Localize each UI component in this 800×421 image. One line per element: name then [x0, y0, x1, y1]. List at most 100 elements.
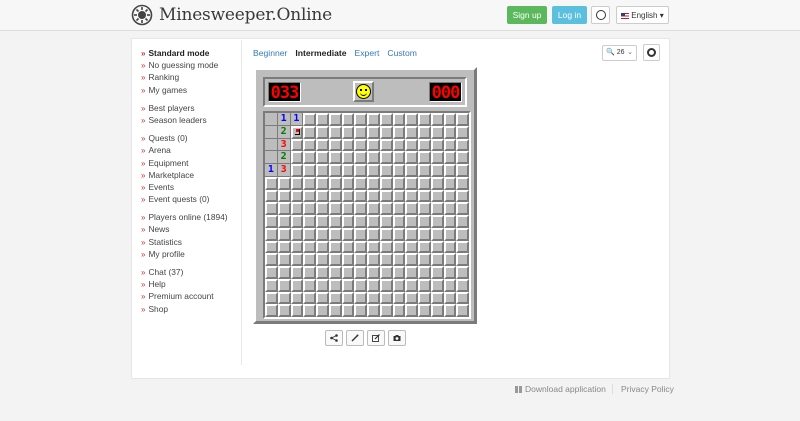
sidebar-item[interactable]: » Marketplace — [141, 169, 241, 181]
cell-closed[interactable] — [430, 266, 444, 279]
cell-closed[interactable] — [290, 227, 304, 241]
cell-open[interactable]: 3 — [277, 138, 291, 152]
cell-closed[interactable] — [316, 164, 329, 177]
cell-closed[interactable] — [341, 176, 355, 190]
cell-closed[interactable] — [418, 240, 431, 254]
cell-closed[interactable] — [367, 125, 380, 139]
cell-closed[interactable] — [418, 278, 431, 292]
cell-closed[interactable] — [405, 304, 418, 317]
cell-closed[interactable] — [443, 304, 457, 317]
cell-closed[interactable] — [303, 151, 316, 164]
cell-closed[interactable] — [316, 253, 329, 266]
cell-closed[interactable] — [443, 215, 457, 228]
sidebar-item[interactable]: » Premium account — [141, 290, 241, 302]
cell-closed[interactable] — [328, 227, 342, 241]
cell-closed[interactable] — [341, 278, 355, 292]
cell-closed[interactable] — [456, 164, 469, 177]
hint-button[interactable] — [346, 330, 364, 346]
cell-closed[interactable] — [277, 215, 291, 228]
cell-closed[interactable] — [328, 215, 342, 228]
mine-logo-icon[interactable] — [131, 4, 153, 26]
cell-closed[interactable] — [354, 138, 367, 152]
edit-button[interactable] — [367, 330, 385, 346]
cell-closed[interactable] — [303, 278, 316, 292]
cell-closed[interactable] — [367, 113, 380, 126]
cell-closed[interactable] — [443, 202, 457, 215]
cell-closed[interactable] — [443, 176, 457, 190]
cell-closed[interactable] — [290, 215, 304, 228]
cell-closed[interactable] — [367, 176, 380, 190]
cell-closed[interactable] — [290, 202, 304, 215]
cell-closed[interactable] — [303, 253, 316, 266]
cell-closed[interactable] — [405, 202, 418, 215]
screenshot-button[interactable] — [388, 330, 406, 346]
cell-closed[interactable] — [367, 253, 380, 266]
cell-closed[interactable] — [430, 138, 444, 152]
cell-closed[interactable] — [367, 164, 380, 177]
cell-closed[interactable] — [430, 215, 444, 228]
cell-closed[interactable] — [392, 291, 406, 305]
sidebar-item[interactable]: » Events — [141, 181, 241, 193]
cell-closed[interactable] — [456, 125, 469, 139]
cell-closed[interactable] — [277, 227, 291, 241]
cell-closed[interactable] — [316, 151, 329, 164]
cell-closed[interactable] — [341, 189, 355, 203]
cell-closed[interactable] — [328, 278, 342, 292]
cell-closed[interactable] — [316, 227, 329, 241]
cell-closed[interactable] — [405, 151, 418, 164]
cell-closed[interactable] — [341, 125, 355, 139]
cell-closed[interactable] — [443, 240, 457, 254]
cell-open[interactable]: 1 — [265, 164, 278, 177]
cell-closed[interactable] — [379, 304, 393, 317]
cell-closed[interactable] — [392, 138, 406, 152]
cell-closed[interactable] — [392, 304, 406, 317]
cell-closed[interactable] — [405, 113, 418, 126]
cell-open[interactable]: 1 — [277, 113, 291, 126]
cell-closed[interactable] — [418, 189, 431, 203]
cell-closed[interactable] — [277, 253, 291, 266]
cell-closed[interactable] — [303, 113, 316, 126]
cell-closed[interactable] — [367, 189, 380, 203]
tab-difficulty[interactable]: Expert — [355, 48, 380, 58]
cell-closed[interactable] — [354, 291, 367, 305]
cell-closed[interactable] — [430, 304, 444, 317]
cell-closed[interactable] — [418, 202, 431, 215]
flag-icon[interactable] — [290, 125, 304, 139]
cell-closed[interactable] — [418, 164, 431, 177]
cell-closed[interactable] — [354, 176, 367, 190]
cell-closed[interactable] — [379, 227, 393, 241]
sidebar-item[interactable]: » Help — [141, 278, 241, 290]
cell-closed[interactable] — [456, 266, 469, 279]
cell-closed[interactable] — [341, 291, 355, 305]
sidebar-item[interactable]: » News — [141, 223, 241, 235]
cell-closed[interactable] — [354, 266, 367, 279]
cell-closed[interactable] — [379, 176, 393, 190]
cell-closed[interactable] — [379, 113, 393, 126]
sidebar-item[interactable]: » Players online (1894) — [141, 211, 241, 223]
cell-closed[interactable] — [430, 113, 444, 126]
sidebar-item[interactable]: » My profile — [141, 248, 241, 260]
cell-closed[interactable] — [418, 176, 431, 190]
cell-closed[interactable] — [405, 278, 418, 292]
cell-closed[interactable] — [405, 253, 418, 266]
cell-closed[interactable] — [354, 215, 367, 228]
sidebar-item[interactable]: » No guessing mode — [141, 59, 241, 71]
cell-closed[interactable] — [456, 113, 469, 126]
cell-closed[interactable] — [392, 215, 406, 228]
cell-closed[interactable] — [328, 138, 342, 152]
sidebar-item[interactable]: » Standard mode — [141, 47, 241, 59]
cell-closed[interactable] — [430, 202, 444, 215]
cell-closed[interactable] — [379, 291, 393, 305]
cell-closed[interactable] — [277, 278, 291, 292]
cell-closed[interactable] — [328, 151, 342, 164]
download-app-link[interactable]: Download application — [515, 384, 606, 394]
cell-closed[interactable] — [303, 240, 316, 254]
cell-closed[interactable] — [290, 240, 304, 254]
cell-closed[interactable] — [367, 227, 380, 241]
cell-closed[interactable] — [456, 176, 469, 190]
cell-closed[interactable] — [303, 291, 316, 305]
cell-closed[interactable] — [328, 291, 342, 305]
cell-closed[interactable] — [430, 189, 444, 203]
cell-closed[interactable] — [367, 278, 380, 292]
cell-closed[interactable] — [354, 240, 367, 254]
